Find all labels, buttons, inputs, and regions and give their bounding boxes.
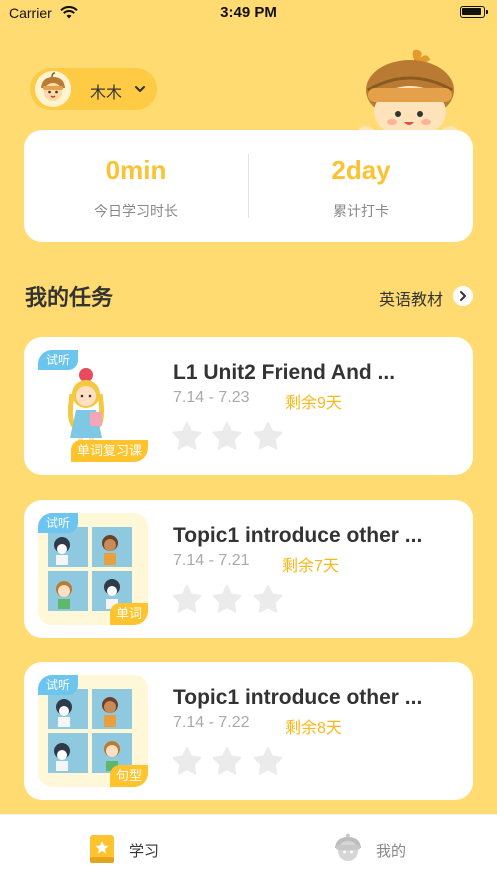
trial-badge: 试听 [38, 513, 78, 533]
section-title: 我的任务 [25, 285, 114, 310]
lesson-type-badge: 单词复习课 [70, 440, 148, 462]
star-rating [171, 584, 288, 616]
task-title: Topic1 introduce other ... [173, 686, 423, 709]
star-icon [172, 747, 202, 775]
star-icon [253, 422, 283, 450]
profile-mascot-icon [332, 832, 364, 869]
tab-label: 学习 [129, 843, 160, 860]
stat-value: 2day [331, 155, 391, 185]
task-card[interactable]: 试听 句型 Topic1 introduce other ... 7.14 - … [24, 662, 473, 800]
task-thumbnail: 试听 单词复习课 [38, 350, 148, 462]
chevron-down-icon [134, 82, 146, 100]
star-icon [253, 747, 283, 775]
tab-mine[interactable]: 我的 [332, 815, 432, 883]
star-icon [253, 585, 283, 613]
textbook-link-label: 英语教材 [378, 292, 443, 309]
trial-badge: 试听 [38, 350, 78, 370]
star-rating [171, 421, 288, 453]
book-star-icon [88, 833, 116, 870]
trial-badge: 试听 [38, 675, 78, 695]
star-icon [172, 585, 202, 613]
stat-label: 今日学习时长 [94, 203, 178, 219]
tab-bar: 学习 我的 [0, 814, 497, 883]
star-icon [212, 422, 242, 450]
user-name: 木木 [90, 85, 123, 102]
avatar [35, 71, 71, 107]
star-icon [212, 585, 242, 613]
task-remaining: 剩余7天 [282, 558, 339, 575]
task-remaining: 剩余8天 [285, 720, 342, 737]
task-dates: 7.14 - 7.21 [173, 552, 250, 569]
lesson-type-badge: 句型 [109, 765, 148, 787]
star-icon [212, 747, 242, 775]
tab-label: 我的 [376, 843, 407, 860]
task-title: L1 Unit2 Friend And ... [173, 361, 396, 384]
stat-value: 0min [105, 155, 167, 185]
user-switcher[interactable]: 木木 [30, 68, 157, 110]
acorn-mascot-illustration [354, 46, 458, 138]
lesson-type-badge: 单词 [109, 603, 148, 625]
task-remaining: 剩余9天 [285, 395, 342, 412]
star-rating [171, 746, 288, 778]
status-bar: Carrier 3:49 PM [0, 0, 497, 26]
status-time: 3:49 PM [220, 4, 277, 21]
stat-checkin-days: 2day 累计打卡 [249, 130, 473, 242]
star-icon [172, 422, 202, 450]
stats-card: 0min 今日学习时长 2day 累计打卡 [24, 130, 473, 242]
task-card[interactable]: 试听 单词复习课 L1 Unit2 Friend And ... 7.14 - … [24, 337, 473, 475]
tab-study[interactable]: 学习 [84, 815, 184, 883]
stat-study-time: 0min 今日学习时长 [24, 130, 248, 242]
battery-icon [460, 6, 488, 18]
task-title: Topic1 introduce other ... [173, 524, 423, 547]
stat-label: 累计打卡 [333, 203, 389, 219]
task-card[interactable]: 试听 单词 Topic1 introduce other ... 7.14 - … [24, 500, 473, 638]
task-thumbnail: 试听 单词 [38, 513, 148, 625]
task-thumbnail: 试听 句型 [38, 675, 148, 787]
chevron-right-icon [453, 286, 473, 306]
textbook-link[interactable]: 英语教材 [343, 284, 473, 309]
task-dates: 7.14 - 7.23 [173, 389, 250, 406]
task-dates: 7.14 - 7.22 [173, 714, 250, 731]
